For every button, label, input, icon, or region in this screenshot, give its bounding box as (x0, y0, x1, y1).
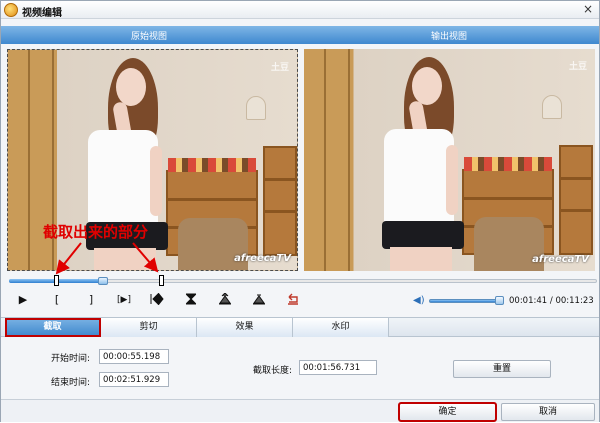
playhead-thumb[interactable] (98, 277, 108, 285)
title-bar: 视频编辑 × (1, 1, 599, 19)
corner-logo: 土豆 (270, 63, 289, 73)
selection-end-marker[interactable] (159, 275, 164, 286)
watermark-label: afreecaTV (234, 253, 291, 264)
undo-icon[interactable] (285, 293, 301, 307)
trim-length-label: 截取长度: (253, 366, 293, 376)
tab-crop[interactable]: 剪切 (101, 318, 197, 337)
output-view-label: 输出视图 (431, 32, 468, 42)
edit-tabs: 截取 剪切 效果 水印 (1, 317, 599, 337)
set-start-button[interactable]: [ (49, 293, 65, 307)
playback-controls: ▶ [ ] [▶] ◀) 00:01:41 / 00:11:23 (1, 291, 599, 309)
start-time-label: 开始时间: (51, 354, 91, 364)
cancel-button[interactable]: 取消 (501, 403, 595, 421)
annotation-label: 截取出来的部分 (43, 223, 149, 241)
tab-watermark[interactable]: 水印 (293, 318, 389, 337)
close-button[interactable]: × (581, 3, 595, 17)
time-display: 00:01:41 / 00:11:23 (509, 296, 594, 306)
rotate-right-icon[interactable] (251, 293, 267, 307)
volume-icon[interactable]: ◀) (413, 295, 427, 307)
trim-panel: 开始时间: 结束时间: 截取长度: 重置 (1, 339, 599, 397)
dialog-footer: 确定 取消 (1, 399, 599, 422)
set-end-button[interactable]: ] (83, 293, 99, 307)
volume-slider[interactable] (429, 299, 503, 303)
original-view-label: 原始视图 (131, 32, 168, 42)
play-icon[interactable]: ▶ (15, 293, 31, 307)
view-header: 原始视图 输出视图 (1, 26, 599, 44)
output-preview: 土豆 afreecaTV (304, 49, 595, 271)
total-time: 00:11:23 (555, 296, 594, 306)
start-time-field[interactable] (99, 349, 169, 364)
current-time: 00:01:41 (509, 296, 548, 306)
ok-button[interactable]: 确定 (398, 402, 497, 422)
app-icon (4, 3, 18, 17)
tab-trim[interactable]: 截取 (5, 318, 101, 337)
reset-button[interactable]: 重置 (453, 360, 551, 378)
corner-logo: 土豆 (568, 62, 587, 72)
time-separator: / (549, 296, 553, 306)
trim-length-field[interactable] (299, 360, 377, 375)
video-frame: 土豆 afreecaTV (304, 49, 595, 271)
play-selection-button[interactable]: [▶] (113, 293, 135, 307)
end-time-field[interactable] (99, 372, 169, 387)
video-edit-window: 视频编辑 × 原始视图 输出视图 土豆 afreecaTV 土豆 afreeca… (0, 0, 600, 422)
rotate-left-icon[interactable] (217, 292, 233, 307)
selection-start-marker[interactable] (54, 275, 59, 286)
timeline-slider[interactable] (9, 275, 597, 286)
window-title: 视频编辑 (22, 8, 62, 19)
tab-effects[interactable]: 效果 (197, 318, 293, 337)
volume-thumb[interactable] (495, 296, 504, 305)
split-icon[interactable] (183, 293, 199, 307)
jump-to-end-icon[interactable] (149, 292, 165, 307)
watermark-label: afreecaTV (532, 254, 589, 265)
end-time-label: 结束时间: (51, 378, 91, 388)
